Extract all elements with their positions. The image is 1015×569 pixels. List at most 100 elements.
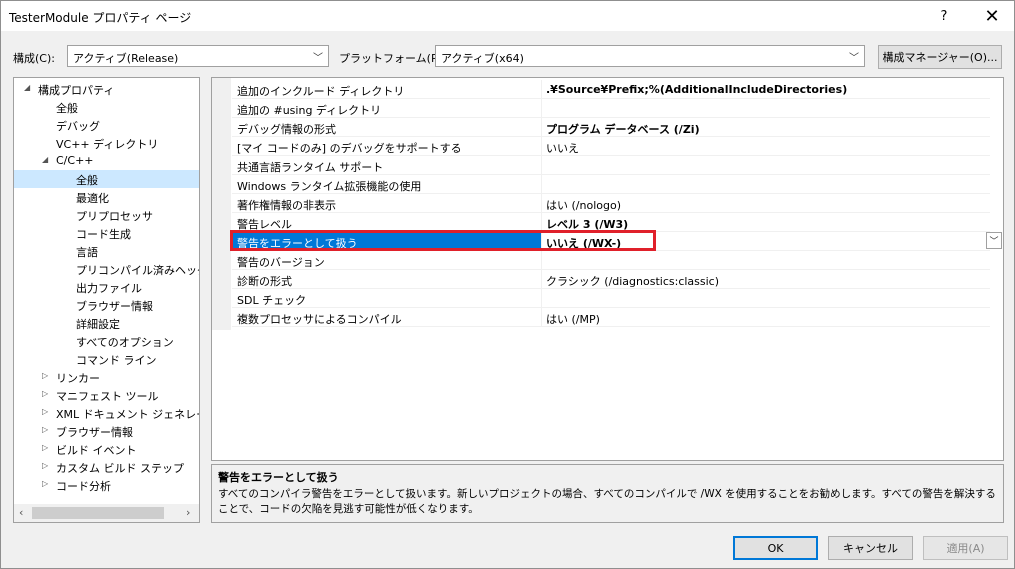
expanded-arrow-icon[interactable]: ◢ (24, 83, 30, 92)
scroll-thumb[interactable] (32, 507, 164, 519)
tree-item-label: 最適化 (76, 192, 109, 205)
property-value[interactable]: はい (/nologo) (546, 197, 621, 213)
collapsed-arrow-icon[interactable]: ▷ (42, 443, 48, 452)
tree-item-label: プリプロセッサ (76, 210, 153, 223)
tree-item[interactable]: VC++ ディレクトリ (14, 134, 199, 152)
tree-item-label: デバッグ (56, 120, 100, 133)
property-row[interactable]: 追加の #using ディレクトリ (232, 99, 990, 118)
tree-item[interactable]: 出力ファイル (14, 278, 199, 296)
property-value[interactable]: いいえ (546, 140, 579, 156)
highlight-box (230, 230, 656, 251)
tree-item-label: 構成プロパティ (38, 84, 115, 97)
tree-item-label: すべてのオプション (76, 336, 174, 349)
value-dropdown-button[interactable]: ﹀ (986, 232, 1002, 249)
collapsed-arrow-icon[interactable]: ▷ (42, 371, 48, 380)
tree-item-label: XML ドキュメント ジェネレーター (56, 408, 199, 421)
scroll-right-icon[interactable]: › (186, 506, 190, 519)
chevron-down-icon: ﹀ (849, 53, 859, 64)
property-value[interactable]: クラシック (/diagnostics:classic) (546, 273, 719, 289)
property-row[interactable]: 診断の形式 クラシック (/diagnostics:classic) (232, 270, 990, 289)
tree-item[interactable]: デバッグ (14, 116, 199, 134)
tree-item-label: 詳細設定 (76, 318, 120, 331)
property-row[interactable]: 共通言語ランタイム サポート (232, 156, 990, 175)
chevron-down-icon: ﹀ (313, 53, 323, 64)
property-row[interactable]: 著作権情報の非表示 はい (/nologo) (232, 194, 990, 213)
collapsed-arrow-icon[interactable]: ▷ (42, 407, 48, 416)
collapsed-arrow-icon[interactable]: ▷ (42, 425, 48, 434)
property-row[interactable]: Windows ランタイム拡張機能の使用 (232, 175, 990, 194)
property-name: [マイ コードのみ] のデバッグをサポートする (237, 142, 462, 155)
property-name: 警告のバージョン (237, 256, 325, 269)
tree-item[interactable]: コード生成 (14, 224, 199, 242)
tree-item[interactable]: ブラウザー情報 (14, 296, 199, 314)
tree-item-label: プリコンパイル済みヘッダー (76, 264, 199, 277)
tree-item-label: マニフェスト ツール (56, 390, 159, 403)
property-name: 共通言語ランタイム サポート (237, 161, 384, 174)
platform-dropdown[interactable]: アクティブ(x64) ﹀ (435, 45, 865, 67)
config-dropdown[interactable]: アクティブ(Release) ﹀ (67, 45, 329, 67)
expanded-arrow-icon[interactable]: ◢ (42, 155, 48, 164)
column-divider (541, 137, 542, 155)
tree-item[interactable]: ▷ XML ドキュメント ジェネレーター (14, 404, 199, 422)
tree-item-label: ブラウザー情報 (76, 300, 153, 313)
config-manager-button[interactable]: 構成マネージャー(O)... (878, 45, 1002, 69)
collapsed-arrow-icon[interactable]: ▷ (42, 479, 48, 488)
tree-item-label: C/C++ (56, 154, 94, 167)
description-panel: 警告をエラーとして扱う すべてのコンパイラ警告をエラーとして扱います。新しいプロ… (211, 464, 1004, 523)
column-divider (541, 251, 542, 269)
help-button[interactable]: ? (921, 1, 967, 31)
tree-item[interactable]: ▷ カスタム ビルド ステップ (14, 458, 199, 476)
ok-button[interactable]: OK (733, 536, 818, 560)
tree-item[interactable]: 全般 (14, 98, 199, 116)
property-row[interactable]: [マイ コードのみ] のデバッグをサポートする いいえ (232, 137, 990, 156)
close-button[interactable]: ✕ (969, 1, 1015, 31)
property-row[interactable]: SDL チェック (232, 289, 990, 308)
tree-item[interactable]: 全般 (14, 170, 199, 188)
cancel-button[interactable]: キャンセル (828, 536, 913, 560)
property-row[interactable]: デバッグ情報の形式 プログラム データベース (/Zi) (232, 118, 990, 137)
property-row[interactable]: 複数プロセッサによるコンパイル はい (/MP) (232, 308, 990, 327)
platform-value: アクティブ(x64) (441, 52, 524, 65)
property-row[interactable]: 警告のバージョン (232, 251, 990, 270)
column-divider (541, 175, 542, 193)
description-text: すべてのコンパイラ警告をエラーとして扱います。新しいプロジェクトの場合、すべての… (218, 488, 996, 515)
tree-item[interactable]: プリコンパイル済みヘッダー (14, 260, 199, 278)
column-divider (541, 118, 542, 136)
collapsed-arrow-icon[interactable]: ▷ (42, 389, 48, 398)
tree-item-label: コード生成 (76, 228, 131, 241)
window-title: TesterModule プロパティ ページ (9, 11, 192, 25)
tree-item[interactable]: ◢ 構成プロパティ (14, 80, 199, 98)
property-value[interactable]: .¥Source¥Prefix;%(AdditionalIncludeDirec… (546, 83, 847, 96)
tree-item-label: 全般 (56, 102, 78, 115)
tree-item[interactable]: ▷ ブラウザー情報 (14, 422, 199, 440)
tree-item[interactable]: コマンド ライン (14, 350, 199, 368)
collapsed-arrow-icon[interactable]: ▷ (42, 461, 48, 470)
tree-item[interactable]: ▷ ビルド イベント (14, 440, 199, 458)
tree-item-label: 言語 (76, 246, 98, 259)
column-divider (541, 289, 542, 307)
apply-button[interactable]: 適用(A) (923, 536, 1008, 560)
property-value[interactable]: プログラム データベース (/Zi) (546, 121, 700, 137)
tree-item[interactable]: 言語 (14, 242, 199, 260)
property-name: 診断の形式 (237, 275, 292, 288)
tree-item[interactable]: ▷ マニフェスト ツール (14, 386, 199, 404)
tree-item[interactable]: 最適化 (14, 188, 199, 206)
tree-item[interactable]: プリプロセッサ (14, 206, 199, 224)
property-name: Windows ランタイム拡張機能の使用 (237, 180, 422, 193)
tree-item-label: リンカー (56, 372, 100, 385)
tree-item-label: ブラウザー情報 (56, 426, 133, 439)
property-value[interactable]: はい (/MP) (546, 311, 600, 327)
scroll-left-icon[interactable]: ‹ (19, 506, 23, 519)
property-tree[interactable]: ◢ 構成プロパティ 全般 デバッグ VC++ ディレクトリ ◢ C/C++ 全般 最適化 プリプロ… (13, 77, 200, 523)
tree-item[interactable]: 詳細設定 (14, 314, 199, 332)
tree-item[interactable]: すべてのオプション (14, 332, 199, 350)
tree-item[interactable]: ◢ C/C++ (14, 152, 199, 170)
horizontal-scrollbar[interactable]: ‹ › (14, 504, 199, 522)
tree-item-label: 全般 (76, 174, 98, 187)
platform-label: プラットフォーム(P): (339, 52, 446, 65)
tree-item[interactable]: ▷ リンカー (14, 368, 199, 386)
tree-item[interactable]: ▷ コード分析 (14, 476, 199, 494)
property-row[interactable]: 追加のインクルード ディレクトリ .¥Source¥Prefix;%(Additi… (232, 80, 990, 99)
property-name: SDL チェック (237, 294, 307, 307)
column-divider (541, 99, 542, 117)
